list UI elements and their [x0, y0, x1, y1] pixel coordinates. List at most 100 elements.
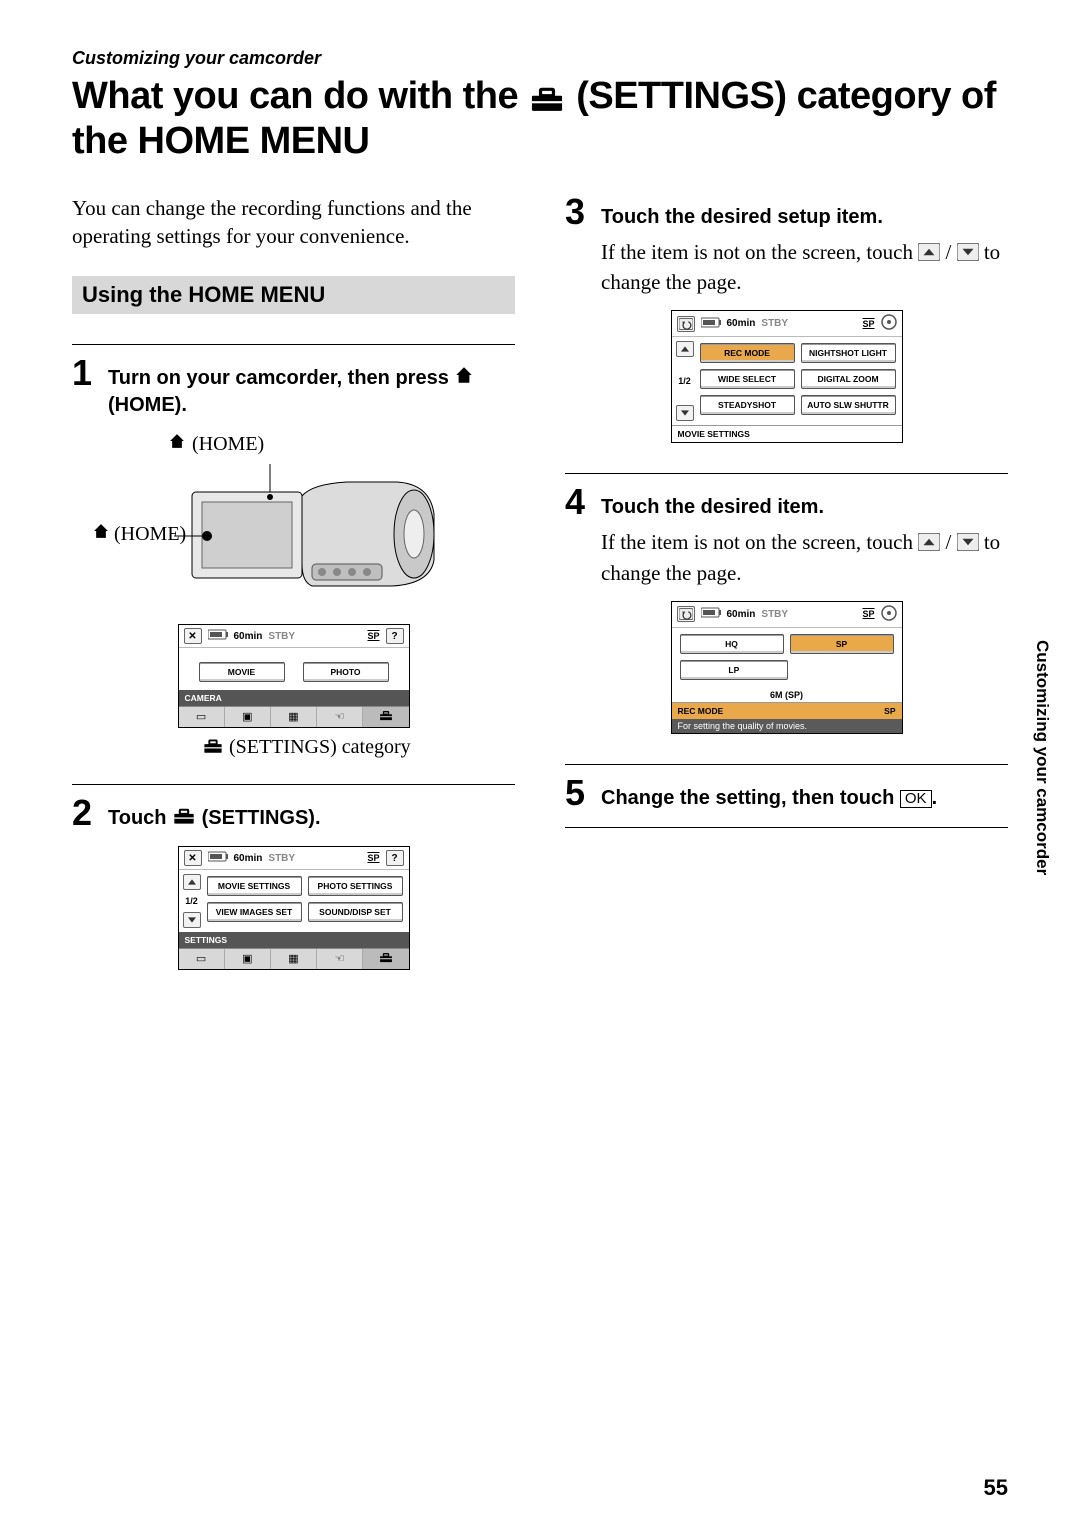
- movie-button[interactable]: MOVIE: [199, 662, 285, 682]
- rec-mode-button[interactable]: REC MODE: [700, 343, 795, 363]
- status-label: STBY: [268, 853, 295, 864]
- step-number: 5: [565, 775, 591, 811]
- sp-button[interactable]: SP: [790, 634, 894, 654]
- title-pre: What you can do with the: [72, 75, 528, 117]
- lp-button[interactable]: LP: [680, 660, 789, 680]
- status-label: STBY: [761, 318, 788, 329]
- ok-icon: OK: [900, 790, 932, 809]
- movie-settings-button[interactable]: MOVIE SETTINGS: [207, 876, 302, 896]
- disc-icon: [881, 605, 897, 624]
- tab-icon[interactable]: ▣: [225, 707, 271, 727]
- battery-label: 60min: [727, 609, 756, 620]
- step-title-post: (SETTINGS).: [196, 807, 320, 829]
- page-up-button[interactable]: [183, 874, 201, 890]
- hq-button[interactable]: HQ: [680, 634, 784, 654]
- step-title-pre: Change the setting, then touch: [601, 787, 900, 809]
- close close 2-icon[interactable]: ✕: [184, 850, 202, 866]
- battery-label: 60min: [234, 631, 263, 642]
- screen-note: For setting the quality of movies.: [672, 719, 902, 733]
- body-pre: If the item is not on the screen, touch: [601, 530, 918, 554]
- divider: [72, 784, 515, 785]
- back-icon[interactable]: [677, 316, 695, 332]
- step-title-post: .: [932, 787, 938, 809]
- steadyshot-button[interactable]: STEADYSHOT: [700, 395, 795, 415]
- home-label: (HOME): [114, 523, 186, 546]
- screen-footer: SETTINGS: [179, 932, 409, 948]
- auto-slw-shuttr-button[interactable]: AUTO SLW SHUTTR: [801, 395, 896, 415]
- divider: [565, 827, 1008, 828]
- tab-settings-icon[interactable]: [363, 949, 408, 969]
- breadcrumb: Customizing your camcorder: [72, 48, 1008, 69]
- screen-footer: MOVIE SETTINGS: [672, 425, 902, 442]
- toolbox-icon: [172, 806, 196, 832]
- arrow-up-icon: [918, 240, 940, 268]
- sound-disp-set-button[interactable]: SOUND/DISP SET: [308, 902, 403, 922]
- back-icon[interactable]: [677, 606, 695, 622]
- step-title: Turn on your camcorder, then press (HOME…: [108, 355, 515, 418]
- help-icon[interactable]: ?: [386, 850, 404, 866]
- view-images-set-button[interactable]: VIEW IMAGES SET: [207, 902, 302, 922]
- step-title: Touch (SETTINGS).: [108, 795, 321, 832]
- page-down-button[interactable]: [183, 912, 201, 928]
- photo-button[interactable]: PHOTO: [303, 662, 389, 682]
- page-indicator: 1/2: [185, 896, 198, 906]
- step-title: Touch the desired setup item.: [601, 194, 883, 230]
- photo-settings-button[interactable]: PHOTO SETTINGS: [308, 876, 403, 896]
- screen-settings: ✕ 60min STBY SP ? 1/2: [178, 846, 410, 970]
- step-2: 2 Touch (SETTINGS). ✕ 60min STBY SP: [72, 795, 515, 970]
- footer-right: SP: [884, 706, 895, 716]
- tab-icon[interactable]: ☜: [317, 707, 363, 727]
- body-pre: If the item is not on the screen, touch: [601, 240, 918, 264]
- step-1: 1 Turn on your camcorder, then press (HO…: [72, 355, 515, 760]
- arrow-down-icon: [957, 240, 979, 268]
- camcorder-illustration: (HOME): [162, 464, 442, 604]
- arrow-up-icon: [918, 530, 940, 558]
- tab-icon[interactable]: ▣: [225, 949, 271, 969]
- screen-caption: (SETTINGS) category: [202, 736, 515, 760]
- tab-icon[interactable]: ▭: [179, 949, 225, 969]
- mode-label: SP: [367, 853, 379, 863]
- step-body: If the item is not on the screen, touch …: [601, 528, 1008, 587]
- battery-icon: [701, 316, 721, 332]
- body-mid: /: [940, 240, 956, 264]
- step-number: 4: [565, 484, 591, 520]
- step-number: 3: [565, 194, 591, 230]
- toolbox-icon: [202, 737, 224, 760]
- step-title: Change the setting, then touch OK.: [601, 775, 937, 811]
- center-info: 6M (SP): [680, 686, 894, 702]
- page-number: 55: [984, 1475, 1008, 1501]
- step-number: 1: [72, 355, 98, 391]
- screen-footer: CAMERA: [179, 690, 409, 706]
- home-icon: [168, 432, 186, 456]
- step-4: 4 Touch the desired item. If the item is…: [565, 484, 1008, 734]
- tab-settings-icon[interactable]: <用 href="#i-toolbox"/>: [363, 707, 408, 727]
- disc-icon: [881, 314, 897, 333]
- digital-zoom-button[interactable]: DIGITAL ZOOM: [801, 369, 896, 389]
- wide-select-button[interactable]: WIDE SELECT: [700, 369, 795, 389]
- screen-footer: REC MODE SP: [672, 702, 902, 719]
- mode-label: SP: [862, 319, 874, 329]
- step-title-pre: Turn on your camcorder, then press: [108, 367, 454, 389]
- mode-label: SP: [862, 609, 874, 619]
- page-title: What you can do with the (SETTINGS) cate…: [72, 75, 1008, 164]
- step-number: 2: [72, 795, 98, 831]
- arrow-down-icon: [957, 530, 979, 558]
- page-up-button[interactable]: [676, 341, 694, 357]
- screen-camera: ✕ 60min STBY SP ? MOVIE PHOTO: [178, 624, 410, 728]
- page-indicator: 1/2: [678, 376, 691, 386]
- status-label: STBY: [268, 631, 295, 642]
- status-label: STBY: [761, 609, 788, 620]
- tab-icon[interactable]: ▭: [179, 707, 225, 727]
- screen-movie-settings: 60min STBY SP 1/2: [671, 310, 903, 443]
- tab-icon[interactable]: ▦: [271, 707, 317, 727]
- home-label: (HOME): [192, 433, 264, 456]
- tab-icon[interactable]: ▦: [271, 949, 317, 969]
- battery-icon: [208, 850, 228, 866]
- help-icon[interactable]: ?: [386, 628, 404, 644]
- tab-icon[interactable]: ☜: [317, 949, 363, 969]
- page-down-button[interactable]: [676, 405, 694, 421]
- close-icon[interactable]: ✕: [184, 628, 202, 644]
- section-heading: Using the HOME MENU: [72, 276, 515, 314]
- divider: [72, 344, 515, 345]
- nightshot-light-button[interactable]: NIGHTSHOT LIGHT: [801, 343, 896, 363]
